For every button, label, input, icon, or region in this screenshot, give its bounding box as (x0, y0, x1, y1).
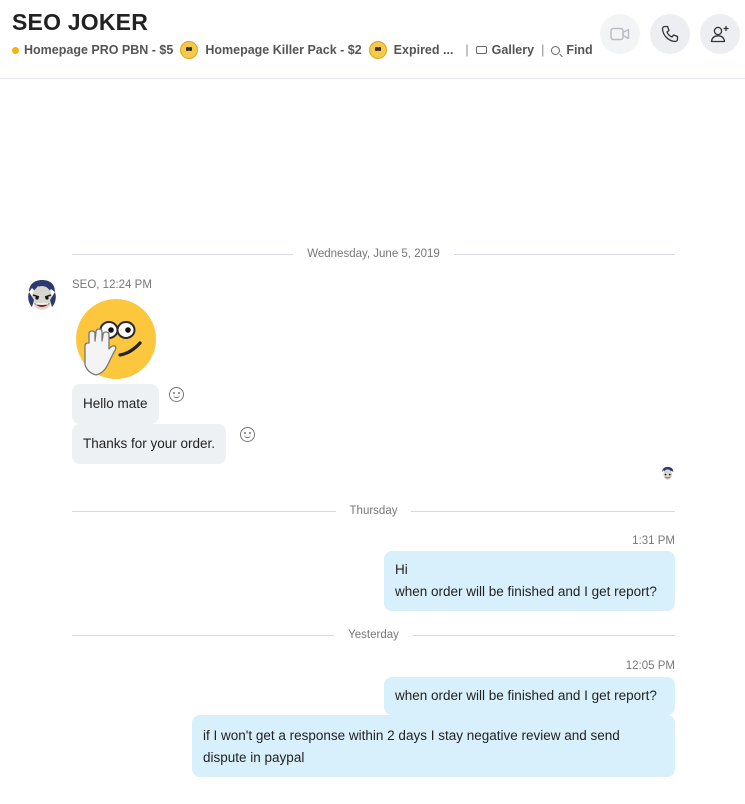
chat-title[interactable]: SEO JOKER (12, 9, 148, 36)
audio-call-button[interactable] (650, 14, 690, 54)
read-receipt-avatar (660, 466, 675, 481)
message-line: dispute in paypal (203, 750, 305, 765)
divider-line (72, 634, 335, 636)
sender-line: SEO, 12:24 PM (72, 279, 152, 291)
add-people-button[interactable] (700, 14, 740, 54)
outgoing-message[interactable]: Hi when order will be finished and I get… (384, 551, 675, 611)
subbar-separator: | (541, 43, 545, 57)
incoming-message[interactable]: Hello mate (72, 384, 159, 424)
date-divider-label: Thursday (349, 505, 398, 517)
message-line: Hi (395, 562, 408, 577)
divider-line (72, 510, 336, 512)
sender-avatar[interactable] (24, 278, 59, 313)
date-divider-label: Yesterday (348, 629, 399, 641)
divider-line (411, 510, 675, 512)
lightbulb-emoticon-icon (368, 41, 387, 59)
wave-emoticon[interactable] (76, 299, 156, 379)
joker-avatar-icon (24, 278, 59, 313)
date-divider-label: Wednesday, June 5, 2019 (307, 248, 440, 260)
date-divider: Yesterday (72, 628, 676, 642)
subbar-item-pro-pbn[interactable]: Homepage PRO PBN - $5 (24, 43, 173, 57)
search-icon[interactable] (551, 45, 561, 55)
chat-header: SEO JOKER Homepage PRO PBN - $5 Homepage… (0, 0, 745, 79)
message-line: if I won't get a response within 2 days … (203, 728, 620, 743)
divider-line (453, 253, 675, 255)
divider-line (412, 634, 676, 636)
date-divider: Thursday (72, 504, 675, 518)
date-divider: Wednesday, June 5, 2019 (72, 247, 675, 261)
video-call-icon (610, 27, 630, 41)
outgoing-message[interactable]: when order will be finished and I get re… (384, 677, 675, 715)
divider-line (72, 253, 294, 255)
add-person-icon (710, 26, 729, 43)
chat-subbar: Homepage PRO PBN - $5 Homepage Killer Pa… (12, 40, 593, 60)
video-call-button[interactable] (600, 14, 640, 54)
message-time: 1:31 PM (632, 535, 675, 547)
gallery-link[interactable]: Gallery (492, 43, 534, 57)
status-dot (12, 46, 19, 54)
joker-avatar-icon (660, 466, 675, 481)
subbar-item-killer-pack[interactable]: Homepage Killer Pack - $2 (205, 43, 361, 57)
subbar-item-expired[interactable]: Expired ... (394, 43, 454, 57)
subbar-separator: | (465, 43, 469, 57)
outgoing-message[interactable]: if I won't get a response within 2 days … (192, 715, 675, 777)
smiley-react-icon[interactable] (169, 387, 184, 402)
gallery-icon[interactable] (475, 46, 487, 54)
incoming-message[interactable]: Thanks for your order. (72, 424, 227, 464)
message-line: when order will be finished and I get re… (395, 584, 657, 599)
wave-emoticon-icon (76, 299, 156, 379)
wink-emoticon-icon (180, 41, 199, 59)
phone-call-icon (661, 25, 679, 43)
smiley-react-icon[interactable] (240, 427, 255, 442)
find-link[interactable]: Find (566, 43, 592, 57)
message-time: 12:05 PM (625, 660, 675, 672)
